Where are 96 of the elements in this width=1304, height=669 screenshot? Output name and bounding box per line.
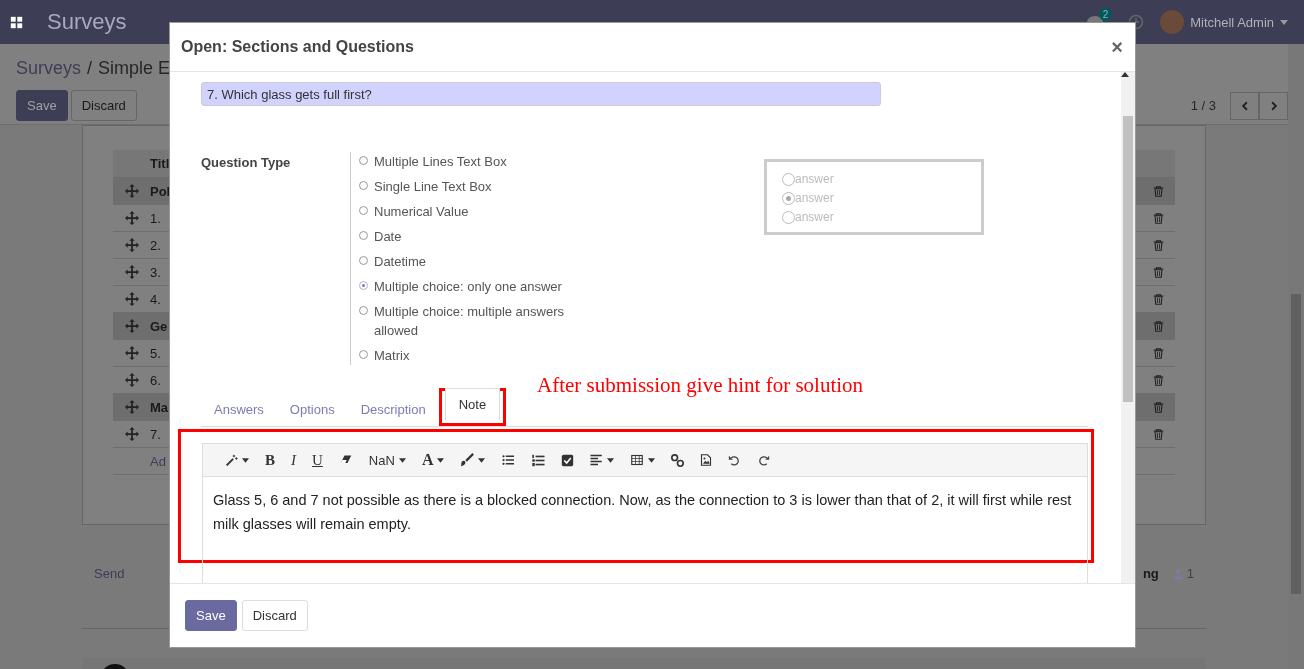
caret-icon [242,457,249,463]
clock-icon [1128,14,1145,30]
notification-badge: 2 [1098,8,1113,21]
move-icon [124,238,139,252]
trash-icon [1153,346,1164,360]
radio-label[interactable]: Matrix [374,346,410,365]
discard-button[interactable]: Discard [241,600,308,631]
toolbar-button[interactable]: NaN [360,446,414,474]
trash-icon [1153,211,1164,225]
app-title: Surveys [47,9,127,35]
field-label: Question Type [201,154,292,172]
previous-button[interactable] [1230,91,1259,120]
table-cell: Ma [150,399,169,415]
caret-icon [398,457,406,463]
table-cell: 2. [150,237,161,253]
table-cell: 6. [150,372,161,388]
image-file-icon [700,453,713,467]
trash-icon [1153,319,1164,333]
person-icon [1172,567,1183,580]
caret-icon [1280,19,1288,25]
user-name[interactable]: Mitchell Admin [1190,14,1274,30]
follow-button[interactable]: ng [1142,566,1159,581]
tab[interactable]: Options [276,393,348,426]
caret-icon [437,457,445,463]
redo-icon [757,453,771,467]
magic-wand-icon [225,453,238,467]
move-icon [124,265,139,279]
trash-icon [1153,400,1164,414]
move-icon [124,346,139,360]
move-icon [124,292,139,306]
table-cell: 5. [150,345,161,361]
scroll-up-icon [1121,72,1129,77]
move-icon [124,211,139,225]
table-cell: Pol [150,183,171,199]
radio-label[interactable]: Date [374,227,402,246]
toolbar-button[interactable]: B [257,446,283,474]
table-cell: 1. [150,210,161,226]
trash-icon [1153,292,1164,306]
bullet-list-icon [501,454,516,466]
close-button[interactable]: × [1111,35,1123,59]
question-title-field[interactable]: 7. Which glass gets full first? [201,82,881,106]
save-button[interactable]: Save [16,90,68,121]
table-cell: 4. [150,291,161,307]
apps-grid-icon [10,15,23,29]
discard-button[interactable]: Discard [70,90,137,121]
checkbox-icon [561,453,575,467]
move-icon [124,319,139,333]
breadcrumb-current: Simple E [98,58,171,79]
brush-icon [460,453,475,467]
radio-label[interactable]: Numerical Value [374,202,469,221]
align-left-icon [590,454,604,466]
toolbar-button[interactable]: I [283,446,304,474]
column-header[interactable]: Titl [150,156,170,171]
table-icon [630,454,645,466]
annotation-text: After submission give hint for solution [537,373,865,397]
tab[interactable]: Answers [201,393,277,426]
move-icon [124,427,139,441]
tab[interactable]: Description [347,393,439,426]
eraser-icon [338,454,353,466]
trash-icon [1153,184,1164,198]
caret-icon [478,457,486,463]
chevron-left-icon [1239,99,1250,112]
toolbar-button[interactable]: A [413,446,453,474]
trash-icon [1153,238,1164,252]
radio-label[interactable]: Datetime [374,252,427,271]
scrollbar[interactable] [1121,72,1135,583]
trash-icon [1153,427,1164,441]
radio-label[interactable]: Multiple choice: multiple answers allowed [374,302,579,340]
save-button[interactable]: Save [185,600,237,631]
table-cell: Ge [150,318,168,334]
radio-label[interactable]: Multiple Lines Text Box [374,152,507,171]
numbered-list-icon [531,453,546,467]
rich-text-editor[interactable]: B I U NaN A Glass 5, 6 and 7 not possible as there is a blocked connection. Now, as the connection to 3 is lower than that of 2, it will first while rest milk glasses will remain empty. [202,443,1088,583]
caret-icon [648,457,656,463]
radio-label[interactable]: Multiple choice: only one answer [374,277,562,296]
note-text: Glass 5, 6 and 7 not possible as there is a blocked connection. Now, as the connection to 3 is lower than that of 2, it will first while rest milk glasses will remain empty. [212,491,1073,534]
trash-icon [1153,265,1164,279]
radio-label: answer [795,171,834,188]
toolbar-button[interactable]: U [304,446,331,474]
table-cell: 3. [150,264,161,280]
dialog-title: Open: Sections and Questions [181,38,414,56]
breadcrumb-separator: / [87,58,93,79]
table-cell: 7. [150,426,161,442]
pager-counter: 1 / 3 [1190,98,1216,113]
radio-label: answer [795,209,834,226]
next-button[interactable] [1259,91,1288,120]
move-icon [124,373,139,387]
radio-label[interactable]: Single Line Text Box [374,177,492,196]
undo-icon [728,453,742,467]
tab[interactable]: Note [444,388,501,421]
link-icon [671,453,685,467]
radio-label: answer [795,190,834,207]
move-icon [124,400,139,414]
move-icon [124,184,139,198]
caret-icon [607,457,615,463]
trash-icon [1153,373,1164,387]
